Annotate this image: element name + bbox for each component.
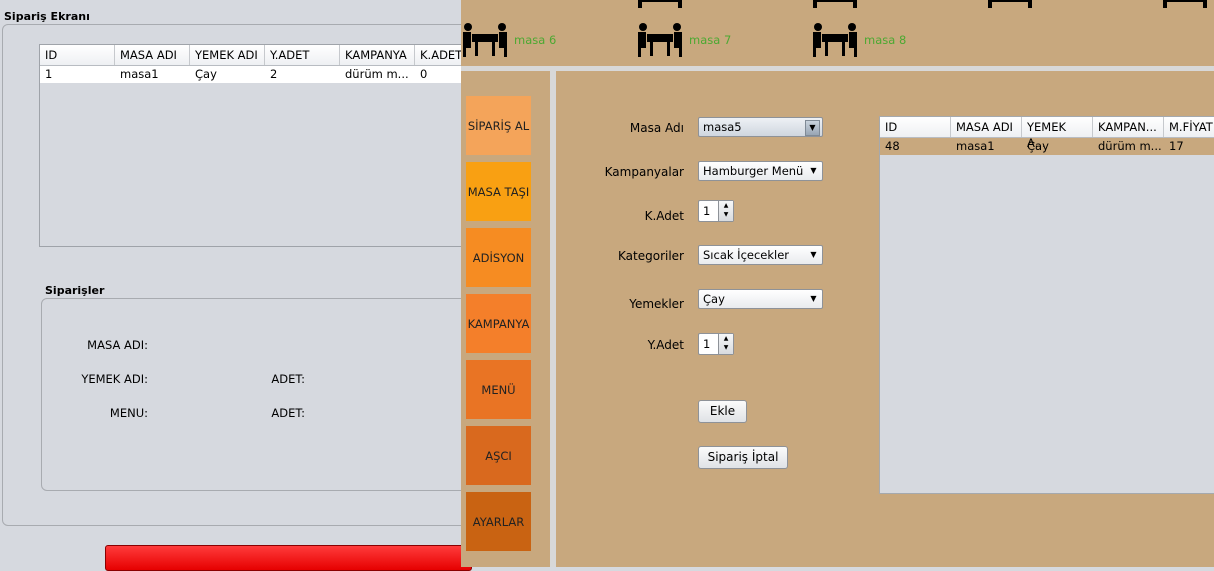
order-items-header: ID MASA ADI YEMEK A... KAMPAN... M.FİYAT [880,117,1214,150]
y-adet-value: 1 [703,337,711,351]
table-masa-7[interactable]: masa 7 [636,22,731,58]
chevron-down-icon: ▼ [810,294,817,303]
sidebar-item-asci[interactable]: AŞCI [466,426,531,485]
sidebar-item-menu[interactable]: MENÜ [466,360,531,419]
table-icon [638,23,682,57]
orders-section-title: Siparişler [45,284,105,297]
siparis-iptal-button[interactable]: Sipariş İptal [698,446,788,469]
chevron-down-icon: ▼ [810,250,817,259]
progress-bar [105,545,472,571]
masa-adi-label: Masa Adı [629,121,684,135]
menu-adet-label: ADET: [271,406,305,420]
table-label: masa 8 [864,33,907,47]
sidebar-item-label: MENÜ [481,382,516,397]
window-title: Sipariş Ekranı [4,10,90,23]
k-adet-spinner[interactable]: 1 ▲ ▼ [698,200,734,222]
col-header[interactable]: ID [40,45,115,65]
table-masa-8[interactable]: masa 8 [811,22,906,58]
orders-table[interactable]: ID MASA ADI YEMEK ADI Y.ADET KAMPANYA K.… [39,44,471,247]
cell: masa1 [120,67,159,81]
table-icon[interactable] [986,0,1034,13]
col-header[interactable]: M.FİYAT [1164,117,1214,137]
spinner-arrows-icon[interactable]: ▲ ▼ [718,201,733,221]
adet-label: ADET: [271,372,305,386]
ekle-button[interactable]: Ekle [698,400,747,423]
order-form: Masa Adı masa5 ▼ Kampanyalar Hamburger M… [556,71,1214,567]
col-header[interactable]: MASA ADI [115,45,190,65]
kategoriler-value: Sıcak İçecekler [703,248,790,262]
orders-table-header: ID MASA ADI YEMEK ADI Y.ADET KAMPANYA K.… [40,45,470,66]
cell: 1 [45,67,53,81]
cell: Çay [195,67,217,81]
table-icon[interactable] [811,0,859,13]
sidebar-item-siparis-al[interactable]: SİPARİŞ AL [466,96,531,155]
cell: dürüm m... [345,67,409,81]
masa-adi-value: masa5 [703,120,742,134]
yemekler-select[interactable]: Çay ▼ [698,289,823,309]
cell: masa1 [956,139,995,153]
masa-adi-label: MASA ADI: [87,338,148,352]
sidebar-item-kampanya[interactable]: KAMPANYA [466,294,531,353]
col-header[interactable]: KAMPAN... [1093,117,1164,137]
orders-section-box [41,298,473,491]
cell: 2 [270,67,278,81]
table-icon[interactable] [636,0,684,13]
col-header[interactable]: YEMEK A... [1022,117,1093,150]
table-masa-6[interactable]: masa 6 [461,22,556,58]
cell: 48 [885,139,900,153]
sidebar-item-label: MASA TAŞI [467,184,530,199]
menu-label: MENU: [109,406,148,420]
sidebar-item-label: KAMPANYA [467,316,530,331]
sidebar: SİPARİŞ AL MASA TAŞI ADİSYON KAMPANYA ME… [461,71,550,567]
cell: dürüm m... [1098,139,1162,153]
yemek-adi-label: YEMEK ADI: [81,372,148,386]
kategoriler-label: Kategoriler [618,249,684,263]
table-row[interactable]: 1 masa1 Çay 2 dürüm m... 0 [40,66,470,83]
y-adet-spinner[interactable]: 1 ▲ ▼ [698,333,734,355]
sidebar-item-adisyon[interactable]: ADİSYON [466,228,531,287]
sidebar-item-label: AYARLAR [472,514,525,529]
sidebar-item-label: ADİSYON [472,250,525,265]
kampanyalar-label: Kampanyalar [604,165,684,179]
kampanyalar-select[interactable]: Hamburger Menü ▼ [698,161,823,181]
cell: 17 [1169,139,1184,153]
k-adet-label: K.Adet [644,209,684,223]
tables-strip: masa 6 masa 7 masa 8 [461,0,1214,66]
yemekler-value: Çay [703,292,725,306]
table-icon [813,23,857,57]
order-items-table[interactable]: ID MASA ADI YEMEK A... KAMPAN... M.FİYAT… [879,116,1214,494]
kategoriler-select[interactable]: Sıcak İçecekler ▼ [698,245,823,265]
right-window: masa 6 masa 7 masa 8 SİPARİŞ AL MASA TAŞ… [461,0,1214,567]
sidebar-item-ayarlar[interactable]: AYARLAR [466,492,531,551]
chevron-down-icon: ▼ [810,166,817,175]
k-adet-value: 1 [703,204,711,218]
table-label: masa 7 [689,33,732,47]
table-icon [463,23,507,57]
col-header[interactable]: Y.ADET [265,45,340,65]
col-header[interactable]: YEMEK ADI [190,45,265,65]
sidebar-item-label: SİPARİŞ AL [467,118,530,133]
kampanyalar-value: Hamburger Menü [703,164,804,178]
sidebar-item-label: AŞCI [485,448,512,463]
yemekler-label: Yemekler [629,297,684,311]
y-adet-label: Y.Adet [647,338,684,352]
table-row[interactable]: 48 masa1 Çay dürüm m... 17 [880,138,1214,155]
chevron-down-icon: ▼ [805,120,820,136]
cell: Çay [1027,139,1049,153]
col-header[interactable]: KAMPANYA [340,45,415,65]
col-header[interactable]: ID [880,117,951,137]
sidebar-item-masa-tasi[interactable]: MASA TAŞI [466,162,531,221]
table-icon[interactable] [1161,0,1209,13]
left-window: Sipariş Ekranı ID MASA ADI YEMEK ADI Y.A… [0,0,474,571]
spinner-arrows-icon[interactable]: ▲ ▼ [718,334,733,354]
col-header[interactable]: MASA ADI [951,117,1022,137]
table-label: masa 6 [514,33,557,47]
masa-adi-select[interactable]: masa5 ▼ [698,117,823,137]
